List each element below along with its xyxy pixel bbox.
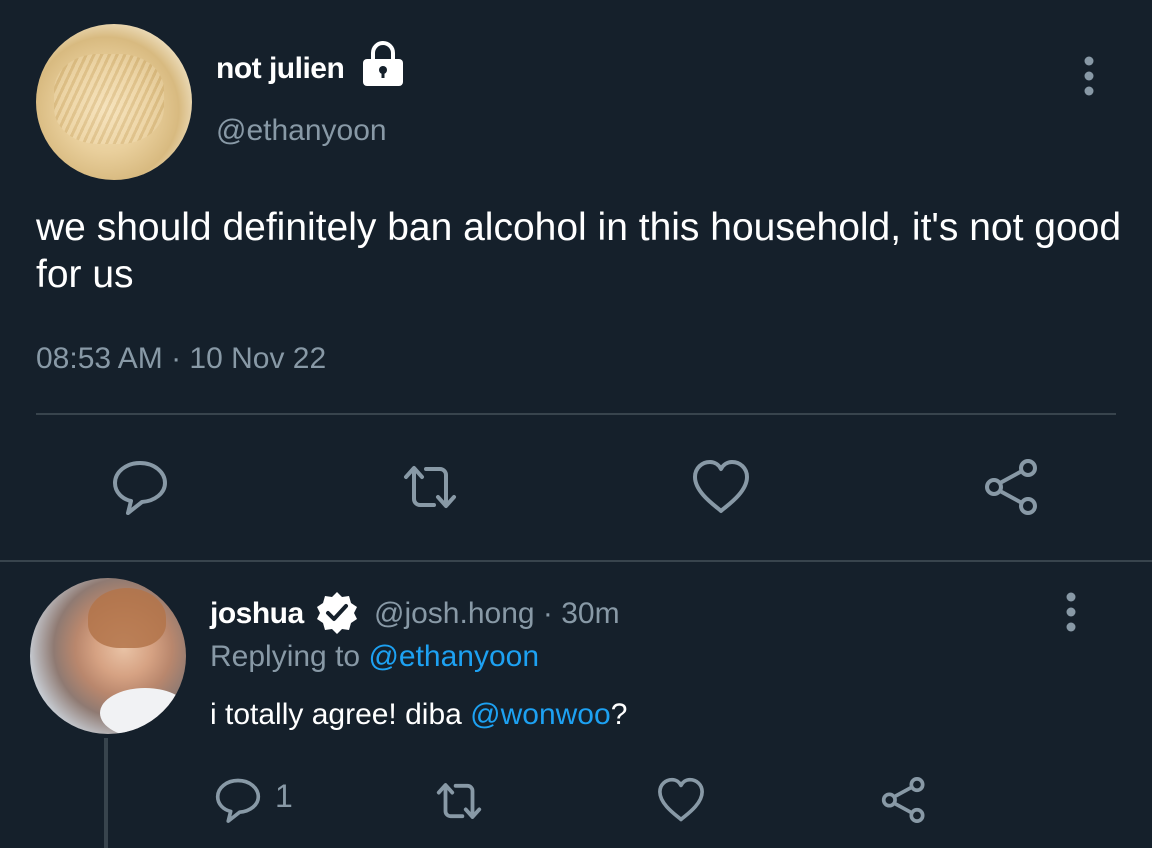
reply-text: i totally agree! diba @wonwoo? — [210, 698, 627, 732]
share-icon[interactable] — [878, 774, 930, 826]
author-handle[interactable]: @ethanyoon — [216, 114, 387, 148]
replying-to-label: Replying to — [210, 640, 369, 673]
like-icon[interactable] — [689, 455, 753, 519]
reply-text-tail: ? — [610, 698, 628, 731]
replying-to-handle-link[interactable]: @ethanyoon — [368, 640, 539, 673]
author-avatar[interactable] — [36, 24, 192, 180]
share-icon[interactable] — [980, 455, 1044, 519]
reply-count: 1 — [275, 778, 293, 814]
retweet-icon[interactable] — [432, 774, 486, 828]
reply-text-body: i totally agree! diba — [210, 698, 471, 731]
like-icon[interactable] — [655, 774, 707, 826]
reply-icon[interactable] — [108, 455, 172, 519]
author-name[interactable]: not julien — [216, 52, 345, 86]
reply-author-handle[interactable]: @josh.hong · 30m — [374, 597, 620, 631]
more-vertical-icon[interactable] — [1058, 590, 1084, 634]
divider — [36, 413, 1116, 415]
reply-author-name[interactable]: joshua — [210, 597, 304, 631]
more-vertical-icon[interactable] — [1076, 54, 1102, 98]
mention-link[interactable]: @wonwoo — [470, 698, 611, 731]
divider — [0, 560, 1152, 562]
thread-line — [104, 738, 108, 848]
reply-author-avatar[interactable] — [30, 578, 186, 734]
tweet-timestamp[interactable]: 08:53 AM · 10 Nov 22 — [36, 342, 326, 376]
replying-to: Replying to @ethanyoon — [210, 640, 539, 674]
reply-icon[interactable] — [212, 774, 264, 826]
tweet-text: we should definitely ban alcohol in this… — [36, 206, 1122, 296]
lock-icon — [363, 41, 403, 86]
verified-icon — [317, 592, 357, 634]
retweet-icon[interactable] — [398, 455, 462, 519]
